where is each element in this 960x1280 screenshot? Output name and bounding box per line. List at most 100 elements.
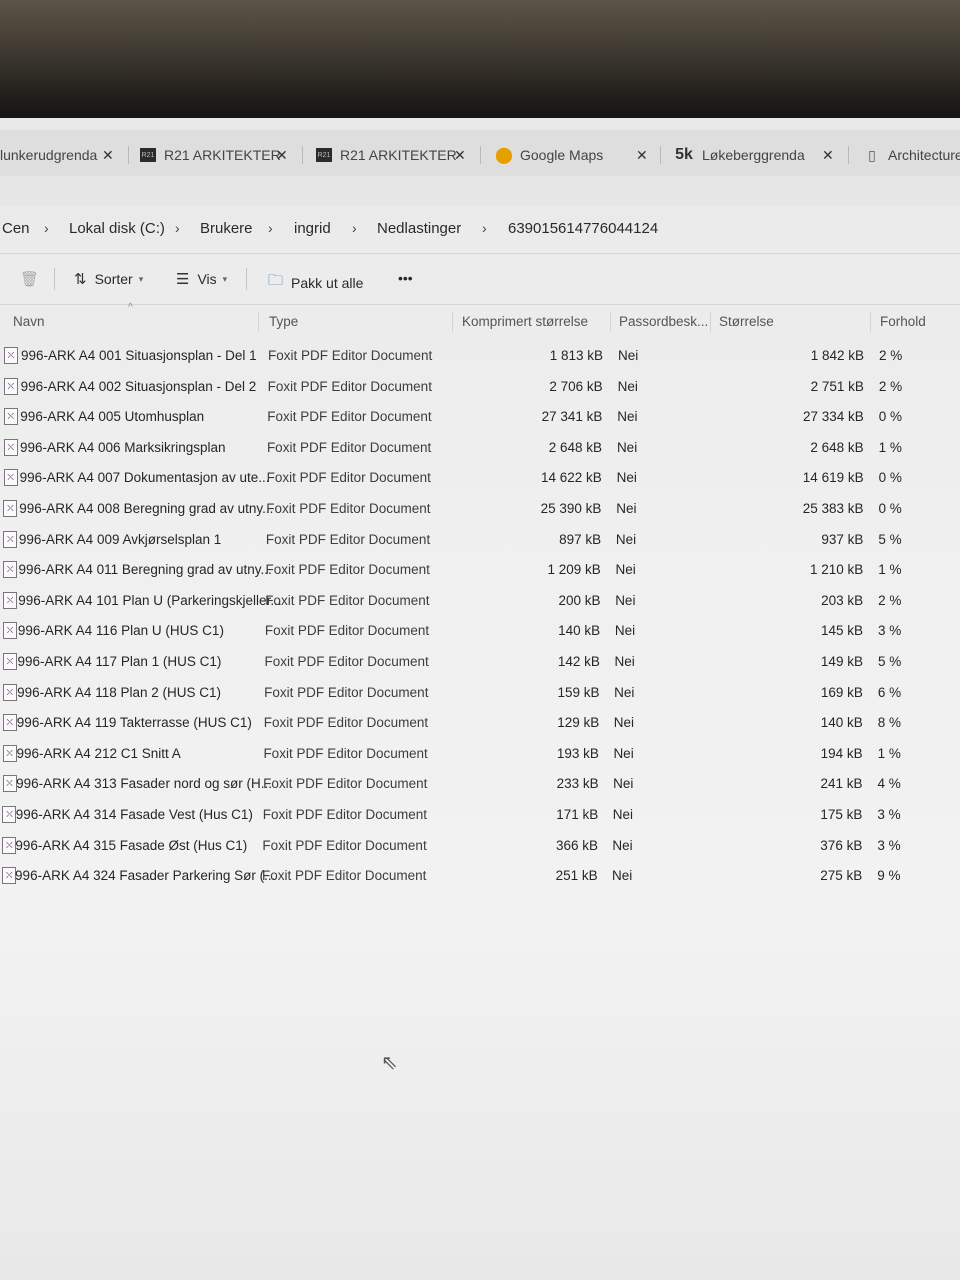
table-row[interactable]: ⛌ 996-ARK A4 001 Situasjonsplan - Del 1 Fo… [0, 343, 960, 371]
file-type: Foxit PDF Editor Document [266, 470, 431, 486]
table-row[interactable]: ⛌ 996-ARK A4 117 Plan 1 (HUS C1) Foxit PDF… [0, 649, 960, 677]
breadcrumb-item-ingrid[interactable]: ingrid [294, 220, 331, 237]
compression-ratio: 0 % [878, 501, 902, 516]
table-row[interactable]: ⛌ 996-ARK A4 116 Plan U (HUS C1) Foxit PDF… [0, 618, 960, 646]
compressed-size: 2 648 kB [548, 439, 603, 455]
compressed-size: 200 kB [558, 592, 601, 608]
breadcrumb-item-brukere[interactable]: Brukere [200, 220, 253, 237]
password-protected: Nei [614, 684, 635, 700]
column-header-compressed-size[interactable]: Komprimert størrelse [462, 314, 588, 329]
breadcrumb-item-pc[interactable]: Cen [2, 220, 30, 237]
file-name: 996-ARK A4 009 Avkjørselsplan 1 [18, 531, 222, 547]
column-header-name[interactable]: Navn [13, 314, 45, 329]
tab-lunkerudgrenda[interactable]: lunkerudgrenda ✕ [0, 140, 114, 170]
table-row[interactable]: ⛌ 996-ARK A4 008 Beregning grad av utny..… [0, 496, 960, 524]
compressed-size: 25 390 kB [540, 501, 602, 516]
password-protected: Nei [617, 409, 638, 425]
chevron-right-icon: › [268, 220, 273, 236]
compressed-size: 233 kB [556, 776, 599, 792]
pdf-file-icon: ⛌ [2, 806, 17, 823]
file-name: 996-ARK A4 315 Fasade Øst (Hus C1) [15, 837, 248, 853]
tab-r21-arkitekter-2[interactable]: R21 R21 ARKITEKTER ✕ [316, 140, 466, 170]
password-protected: Nei [612, 837, 633, 853]
tab-divider [848, 146, 849, 164]
sort-arrows-icon: ⇅ [74, 271, 87, 288]
table-row[interactable]: ⛌ 996-ARK A4 313 Fasader nord og sør (H..… [0, 771, 960, 799]
breadcrumb-item-nedlastinger[interactable]: Nedlastinger [377, 220, 461, 237]
tab-lokeberggrenda[interactable]: 5k Løkeberggrenda ✕ [674, 140, 834, 170]
column-divider[interactable] [610, 312, 611, 332]
column-header-size[interactable]: Størrelse [719, 314, 774, 329]
column-divider[interactable] [710, 312, 711, 332]
compression-ratio: 1 % [878, 562, 902, 578]
compression-ratio: 0 % [878, 470, 902, 486]
toolbar-divider [246, 268, 247, 290]
table-row[interactable]: ⛌ 996-ARK A4 212 C1 Snitt A Foxit PDF Edit… [0, 741, 960, 769]
tab-close-icon[interactable]: ✕ [636, 147, 648, 164]
column-header-password[interactable]: Passordbesk... [619, 314, 708, 329]
uncompressed-size: 14 619 kB [802, 470, 864, 486]
file-type: Foxit PDF Editor Document [263, 745, 428, 761]
table-row[interactable]: ⛌ 996-ARK A4 006 Marksikringsplan Foxit PD… [0, 435, 960, 463]
column-divider[interactable] [258, 312, 259, 332]
table-row[interactable]: ⛌ 996-ARK A4 011 Beregning grad av utny..… [0, 557, 960, 585]
tab-close-icon[interactable]: ✕ [822, 147, 834, 164]
r21-logo-icon: R21 [140, 148, 156, 162]
pdf-file-icon: ⛌ [3, 438, 18, 456]
table-row[interactable]: ⛌ 996-ARK A4 118 Plan 2 (HUS C1) Foxit PDF… [0, 680, 960, 708]
delete-button[interactable]: 🗑︎ [20, 270, 47, 288]
extract-all-button[interactable]: 🗀 Pakk ut alle [268, 270, 363, 295]
tab-label: lunkerudgrenda [0, 147, 98, 163]
breadcrumb-item-local-disk[interactable]: Lokal disk (C:) [69, 220, 165, 237]
table-row[interactable]: ⛌ 996-ARK A4 119 Takterrasse (HUS C1) Foxi… [0, 710, 960, 738]
table-row[interactable]: ⛌ 996-ARK A4 315 Fasade Øst (Hus C1) Foxit… [0, 833, 960, 861]
command-bar: 🗑︎ ⇅ Sorter ▾ ☰ Vis ▾ 🗀 Pakk ut alle ••• [0, 253, 960, 305]
tab-google-maps[interactable]: ⬤ Google Maps ✕ [495, 140, 648, 170]
tab-architecture[interactable]: ▯ Architecture [864, 140, 960, 170]
table-row[interactable]: ⛌ 996-ARK A4 002 Situasjonsplan - Del 2 Fo… [0, 374, 960, 402]
table-row[interactable]: ⛌ 996-ARK A4 007 Dokumentasjon av ute... F… [0, 465, 960, 493]
file-type: Foxit PDF Editor Document [264, 684, 429, 700]
password-protected: Nei [614, 654, 635, 669]
file-name: 996-ARK A4 324 Fasader Parkering Sør (..… [15, 868, 276, 884]
pdf-file-icon: ⛌ [3, 500, 18, 517]
table-row[interactable]: ⛌ 996-ARK A4 009 Avkjørselsplan 1 Foxit PD… [0, 527, 960, 555]
browser-tab-bar: lunkerudgrenda ✕ R21 R21 ARKITEKTER ✕ R2… [0, 130, 960, 177]
tab-close-icon[interactable]: ✕ [276, 147, 288, 164]
uncompressed-size: 275 kB [820, 868, 863, 884]
r21-logo-icon: R21 [316, 148, 332, 162]
password-protected: Nei [612, 807, 634, 822]
file-type: Foxit PDF Editor Document [264, 623, 430, 639]
column-header-type[interactable]: Type [269, 314, 298, 329]
view-button[interactable]: ☰ Vis ▾ [176, 270, 227, 288]
uncompressed-size: 27 334 kB [803, 409, 864, 425]
column-divider[interactable] [870, 312, 871, 332]
tab-r21-arkitekter-1[interactable]: R21 R21 ARKITEKTER ✕ [140, 140, 288, 170]
tab-close-icon[interactable]: ✕ [454, 147, 466, 164]
tab-close-icon[interactable]: ✕ [102, 147, 114, 164]
file-type: Foxit PDF Editor Document [263, 776, 428, 792]
file-type: Foxit PDF Editor Document [262, 837, 427, 853]
file-type: Foxit PDF Editor Document [262, 868, 427, 884]
column-header-ratio[interactable]: Forhold [880, 314, 926, 329]
column-divider[interactable] [452, 312, 453, 332]
tab-label: Løkeberggrenda [702, 147, 805, 163]
table-row[interactable]: ⛌ 996-ARK A4 005 Utomhusplan Foxit PDF Edi… [0, 404, 960, 432]
table-row[interactable]: ⛌ 996-ARK A4 314 Fasade Vest (Hus C1) Foxi… [0, 802, 960, 830]
uncompressed-size: 149 kB [820, 654, 863, 669]
tab-label: Google Maps [520, 147, 604, 163]
tab-divider [128, 146, 129, 164]
tab-divider [660, 146, 661, 164]
table-row[interactable]: ⛌ 996-ARK A4 324 Fasader Parkering Sør (.… [0, 863, 960, 891]
table-row[interactable]: ⛌ 996-ARK A4 101 Plan U (Parkeringskjelle… [0, 588, 960, 616]
file-name: 996-ARK A4 002 Situasjonsplan - Del 2 [20, 378, 257, 394]
password-protected: Nei [616, 501, 637, 516]
uncompressed-size: 169 kB [820, 684, 863, 700]
column-header-row: ^ Navn Type Komprimert størrelse Passord… [0, 302, 960, 336]
file-name: 996-ARK A4 007 Dokumentasjon av ute... [19, 470, 270, 486]
breadcrumb-item-archive[interactable]: 639015614776044124 [508, 220, 658, 237]
sort-button[interactable]: ⇅ Sorter ▾ [74, 270, 143, 288]
more-options-button[interactable]: ••• [398, 270, 413, 286]
compressed-size: 140 kB [558, 623, 601, 639]
monitor-bezel [0, 0, 960, 130]
